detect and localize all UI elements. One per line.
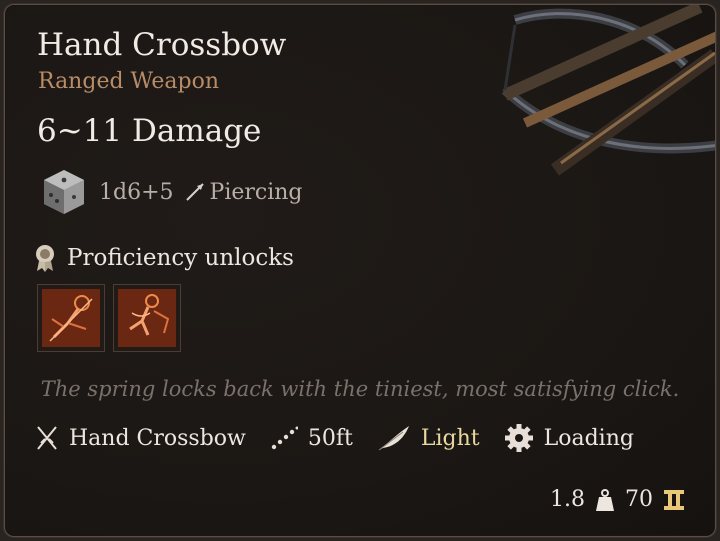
gear-icon (504, 424, 533, 452)
weight-value: 1.8 (550, 487, 585, 512)
item-footer: 1.8 70 (550, 487, 695, 512)
range-property: 50ft (270, 425, 353, 451)
piercing-shot-action[interactable] (37, 284, 105, 352)
flavor-text: The spring locks back with the tiniest, … (40, 377, 680, 401)
hamstring-shot-action[interactable] (113, 284, 181, 352)
weapon-type-label: Hand Crossbow (69, 425, 246, 451)
range-icon (271, 426, 298, 450)
damage-dice: 1d6+5 (99, 179, 174, 205)
loading-property: Loading (504, 423, 634, 453)
proficiency-medal-icon (36, 245, 54, 272)
damage-detail-row: 1d6+5 Piercing (39, 169, 303, 215)
piercing-shot-icon (42, 289, 100, 347)
hamstring-shot-icon (118, 289, 176, 347)
gold-value: 70 (625, 487, 653, 512)
feather-icon (378, 426, 409, 451)
weight-icon (596, 488, 614, 511)
item-tooltip: Hand Crossbow Ranged Weapon 6~11 Damage … (4, 4, 716, 537)
weapon-properties: Hand Crossbow 50ft Light Loading (35, 423, 658, 453)
item-name: Hand Crossbow (37, 27, 287, 63)
light-property: Light (377, 424, 480, 452)
damage-type: Piercing (209, 179, 303, 205)
light-label: Light (420, 425, 480, 451)
item-category: Ranged Weapon (38, 69, 219, 94)
damage-range: 6~11 Damage (37, 113, 262, 149)
piercing-icon (185, 183, 204, 201)
range-label: 50ft (307, 425, 353, 451)
hand-crossbow-icon (501, 5, 715, 176)
loading-label: Loading (543, 425, 634, 451)
proficiency-label: Proficiency unlocks (67, 245, 294, 271)
weapon-type-property: Hand Crossbow (35, 425, 246, 451)
gold-coin-icon (664, 489, 684, 510)
proficiency-actions (37, 284, 181, 352)
dice-icon (44, 170, 84, 214)
proficiency-header: Proficiency unlocks (33, 243, 294, 273)
crossed-swords-icon (37, 426, 57, 450)
